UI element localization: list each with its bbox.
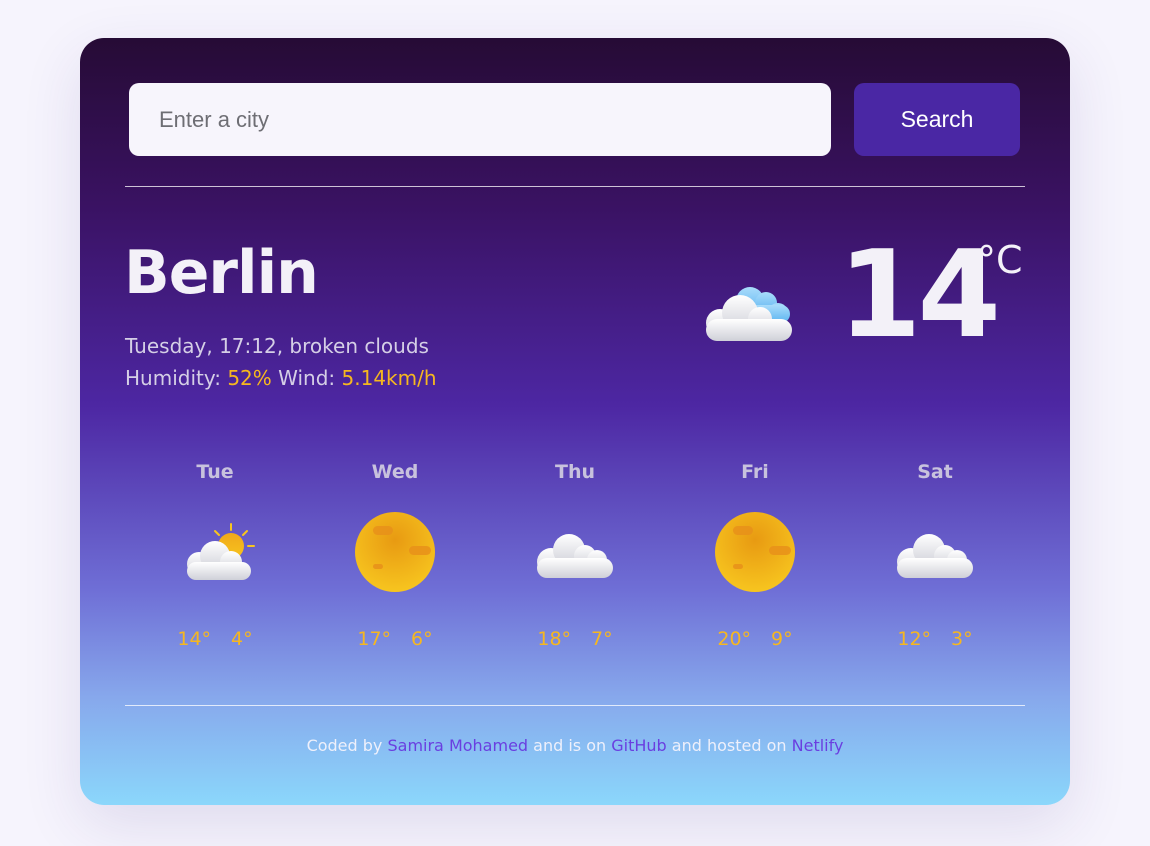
partly-cloudy-icon — [187, 523, 255, 580]
sun-icon — [715, 512, 795, 592]
forecast-max-temp: 14° — [177, 628, 212, 650]
footer-coded-by: Coded by — [306, 736, 383, 755]
wind-label: Wind: — [278, 366, 336, 390]
humidity-value: 52% — [227, 366, 272, 390]
date-description: Tuesday, 17:12, broken clouds — [125, 334, 429, 358]
top-divider — [125, 186, 1025, 187]
footer: Coded by Samira Mohamed and is on GitHub… — [80, 736, 1070, 755]
forecast-day: Thu 18° 7° — [485, 456, 665, 650]
temperature-unit: °C — [977, 238, 1023, 282]
forecast-day: Fri 20° 9° — [665, 456, 845, 650]
forecast-min-temp: 6° — [411, 628, 433, 650]
forecast-day-name: Wed — [371, 461, 419, 483]
forecast-day: Wed 17° 6° — [305, 456, 485, 650]
humidity-label: Humidity: — [125, 366, 221, 390]
forecast-day-name: Thu — [554, 461, 595, 483]
forecast-temps: 14° 4° — [125, 628, 305, 650]
forecast-temps: 18° 7° — [485, 628, 665, 650]
forecast-max-temp: 17° — [357, 628, 392, 650]
search-input[interactable] — [129, 83, 831, 156]
search-form: Search — [129, 83, 1020, 156]
search-button[interactable]: Search — [854, 83, 1020, 156]
forecast-min-temp: 4° — [231, 628, 253, 650]
city-name: Berlin — [124, 238, 319, 308]
forecast-temps: 20° 9° — [665, 628, 845, 650]
humidity-wind-line: Humidity: 52% Wind: 5.14km/h — [125, 362, 437, 394]
footer-hosted-text: and hosted on — [671, 736, 787, 755]
forecast-day-name: Sat — [917, 461, 953, 483]
footer-mid-text: and is on — [533, 736, 607, 755]
current-temperature: 14 — [838, 226, 1001, 365]
forecast-max-temp: 20° — [717, 628, 752, 650]
forecast-day: Sat 12° 3° — [845, 456, 1025, 650]
wind-value: 5.14km/h — [341, 366, 437, 390]
forecast-max-temp: 12° — [897, 628, 932, 650]
forecast-min-temp: 3° — [951, 628, 973, 650]
broken-clouds-icon — [706, 287, 792, 341]
forecast-day: Tue 14° 4° — [125, 456, 305, 650]
forecast: Tue 14° 4° Wed 17° 6° Thu 18° 7° Fri 20°… — [125, 456, 1025, 666]
forecast-min-temp: 9° — [771, 628, 793, 650]
cloud-icon — [537, 534, 613, 578]
forecast-min-temp: 7° — [591, 628, 613, 650]
sun-icon — [355, 512, 435, 592]
forecast-day-name: Fri — [741, 461, 769, 483]
weather-details: Tuesday, 17:12, broken clouds Humidity: … — [125, 330, 437, 394]
forecast-temps: 17° 6° — [305, 628, 485, 650]
netlify-link[interactable]: Netlify — [792, 736, 844, 755]
weather-card: Search Berlin Tuesday, 17:12, broken clo… — [80, 38, 1070, 805]
forecast-day-name: Tue — [196, 461, 234, 483]
bottom-divider — [125, 705, 1025, 706]
author-link[interactable]: Samira Mohamed — [387, 736, 528, 755]
github-link[interactable]: GitHub — [611, 736, 666, 755]
forecast-max-temp: 18° — [537, 628, 572, 650]
cloud-icon — [897, 534, 973, 578]
forecast-temps: 12° 3° — [845, 628, 1025, 650]
